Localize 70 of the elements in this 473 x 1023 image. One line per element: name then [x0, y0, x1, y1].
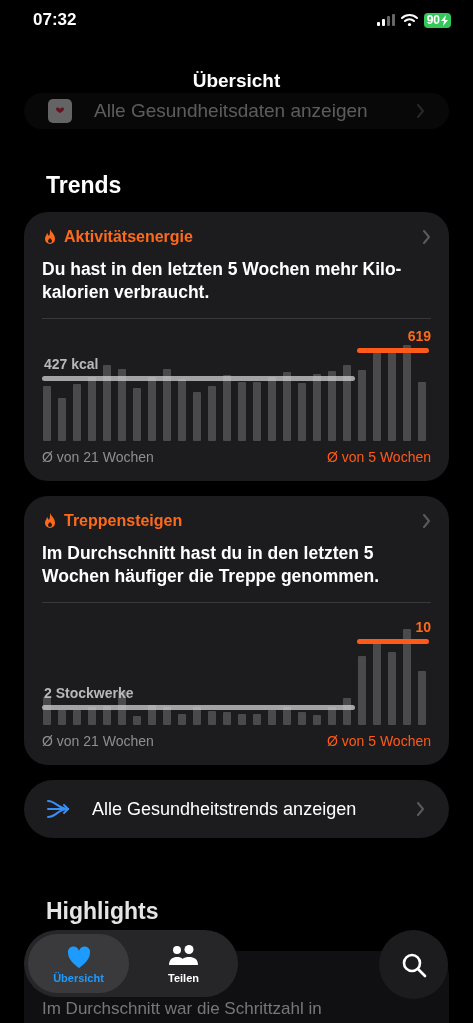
chart-caption: Ø von 5 Wochen [326, 733, 431, 749]
heart-icon [65, 943, 92, 968]
trend-summary: Du hast in den letzten 5 Wochen mehr Kilo-kalorien verbraucht. [42, 258, 403, 304]
list-row[interactable]: Alle Gesundheitstrends anzeigen [24, 780, 449, 838]
bar [208, 711, 216, 725]
bar [238, 714, 246, 725]
people-icon [168, 943, 199, 968]
chevron-icon [422, 230, 431, 244]
bar [58, 710, 66, 725]
bar [238, 382, 246, 441]
bar [298, 712, 306, 725]
bar [178, 379, 186, 441]
bar [58, 398, 66, 441]
bar [253, 714, 261, 725]
average-label: 2 Stockwerke [44, 685, 134, 701]
average-label: 10 [415, 619, 431, 635]
average-label: 427 kcal [44, 356, 99, 372]
search-icon [400, 951, 427, 978]
bar [163, 369, 171, 441]
tab-button[interactable]: Teilen [133, 934, 234, 993]
chart-caption: Ø von 5 Wochen [326, 449, 431, 465]
bar [253, 382, 261, 441]
bar [358, 370, 366, 441]
trend-card[interactable]: Treppensteigen Im Durchschnitt hast du in den letzten 5 Wochen häufiger die Treppe genommen. 2 Stockwerke 10 Ø von 21 Wochen Ø von 5 Wochen [24, 496, 449, 765]
bar [328, 371, 336, 441]
wifi-icon [400, 14, 418, 26]
row-label: Alle Gesundheitstrends anzeigen [92, 798, 358, 820]
bolt-icon [441, 14, 448, 26]
flame-icon [42, 512, 58, 530]
section-heading: Trends [46, 171, 123, 200]
bar [313, 374, 321, 441]
chevron-icon [422, 514, 431, 528]
row-label: Alle Gesundheitsdaten anzeigen [94, 100, 369, 122]
bar [133, 716, 141, 725]
bar [43, 386, 51, 441]
chevron-icon [416, 802, 425, 816]
chevron-icon [416, 104, 425, 118]
bar [133, 388, 141, 441]
bar [358, 656, 366, 725]
tab-button[interactable]: Übersicht [28, 934, 129, 993]
bar [418, 671, 426, 725]
bar [313, 715, 321, 725]
bar [73, 710, 81, 725]
chart-caption: Ø von 21 Wochen [42, 733, 154, 749]
bar [118, 369, 126, 441]
bar [268, 710, 276, 725]
average-label: 619 [407, 328, 431, 344]
battery-indicator: 90 [423, 12, 451, 28]
trend-category: Aktivitätsenergie [64, 228, 194, 246]
bar [223, 375, 231, 441]
bar [208, 386, 216, 441]
bar [298, 383, 306, 441]
flame-icon [42, 228, 58, 246]
bar [223, 712, 231, 725]
trend-summary: Im Durchschnitt hast du in den letzten 5 Wochen häufiger die Treppe genommen. [42, 542, 381, 588]
status-time: 07:32 [33, 10, 77, 30]
bar [283, 372, 291, 441]
trend-arrows-icon [46, 798, 72, 820]
bar [418, 382, 426, 441]
bar [178, 714, 186, 725]
signal-icon [376, 14, 395, 26]
section-heading: Highlights [46, 897, 160, 926]
bar [73, 384, 81, 441]
navigation-title: Übersicht [191, 70, 282, 92]
trend-category: Treppensteigen [64, 512, 184, 530]
trend-card[interactable]: Aktivitätsenergie Du hast in den letzten 5 Wochen mehr Kilo-kalorien verbraucht. 427 kcal 619 Ø von 21 Wochen Ø von 5 Wochen [24, 212, 449, 481]
highlight-text: Im Durchschnitt war die Schrittzahl in [42, 999, 323, 1019]
chart-caption: Ø von 21 Wochen [42, 449, 154, 465]
bar [193, 392, 201, 441]
heart-card-icon [48, 99, 72, 123]
